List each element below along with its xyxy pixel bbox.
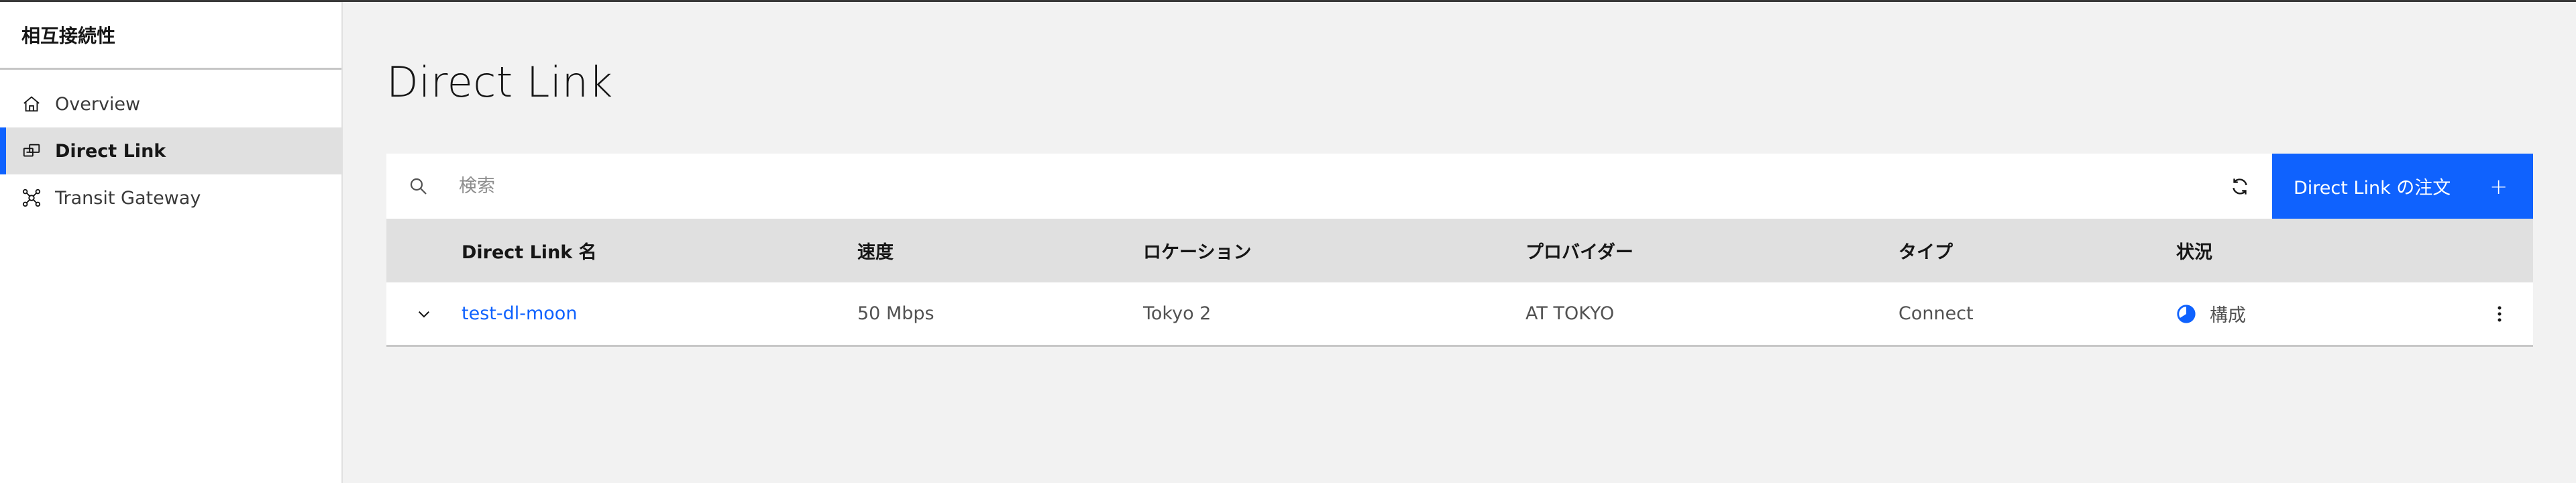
- column-header-status[interactable]: 状況: [2176, 237, 2466, 264]
- sidebar-item-transit-gateway[interactable]: Transit Gateway: [0, 174, 341, 221]
- location-cell: Tokyo 2: [1143, 303, 1212, 324]
- type-cell: Connect: [1898, 303, 1974, 324]
- table-header: Direct Link 名 速度 ロケーション プロバイダー タイプ 状況: [386, 219, 2533, 282]
- plus-icon: +: [2489, 173, 2508, 199]
- order-direct-link-button[interactable]: Direct Link の注文 +: [2272, 154, 2533, 219]
- expand-row-button[interactable]: [386, 305, 462, 323]
- page-title: Direct Link: [386, 58, 613, 107]
- direct-link-icon: [21, 141, 42, 161]
- column-header-speed[interactable]: 速度: [857, 237, 1143, 264]
- search-icon: [386, 154, 451, 219]
- row-overflow-menu-button[interactable]: [2466, 305, 2533, 323]
- table-toolbar: Direct Link の注文 +: [386, 154, 2533, 219]
- sidebar-title: 相互接続性: [0, 2, 341, 70]
- chevron-down-icon: [418, 311, 430, 318]
- table-row: test-dl-moon 50 Mbps Tokyo 2 AT TOKYO Co…: [386, 282, 2533, 347]
- column-header-type[interactable]: タイプ: [1898, 237, 2176, 264]
- top-border: [0, 0, 2576, 2]
- search-input[interactable]: [451, 154, 2207, 219]
- sidebar-item-label: Transit Gateway: [55, 187, 201, 209]
- transit-gateway-icon: [21, 188, 42, 208]
- refresh-button[interactable]: [2207, 154, 2272, 219]
- overflow-menu-icon: [2498, 306, 2502, 321]
- sidebar-nav: Overview Direct Link Transit Gateway: [0, 80, 341, 221]
- column-header-provider[interactable]: プロバイダー: [1525, 237, 1898, 264]
- provider-cell: AT TOKYO: [1525, 303, 1615, 324]
- sidebar-item-label: Direct Link: [55, 140, 166, 162]
- direct-link-name-link[interactable]: test-dl-moon: [462, 303, 857, 324]
- sidebar-item-label: Overview: [55, 93, 141, 115]
- home-icon: [21, 94, 42, 114]
- order-button-label: Direct Link の注文: [2294, 178, 2451, 199]
- sidebar-item-direct-link[interactable]: Direct Link: [0, 127, 341, 174]
- column-header-location[interactable]: ロケーション: [1143, 237, 1525, 264]
- status-cell: 構成: [2176, 301, 2466, 327]
- column-header-name[interactable]: Direct Link 名: [462, 237, 857, 264]
- speed-cell: 50 Mbps: [857, 303, 934, 324]
- sidebar: 相互接続性 Overview Direct Link Transit Gatew…: [0, 2, 343, 483]
- refresh-icon: [2232, 178, 2247, 195]
- sidebar-item-overview[interactable]: Overview: [0, 80, 341, 127]
- direct-link-table: Direct Link 名 速度 ロケーション プロバイダー タイプ 状況 te…: [386, 219, 2533, 347]
- status-label: 構成: [2210, 305, 2246, 326]
- status-in-progress-icon: [2177, 304, 2196, 323]
